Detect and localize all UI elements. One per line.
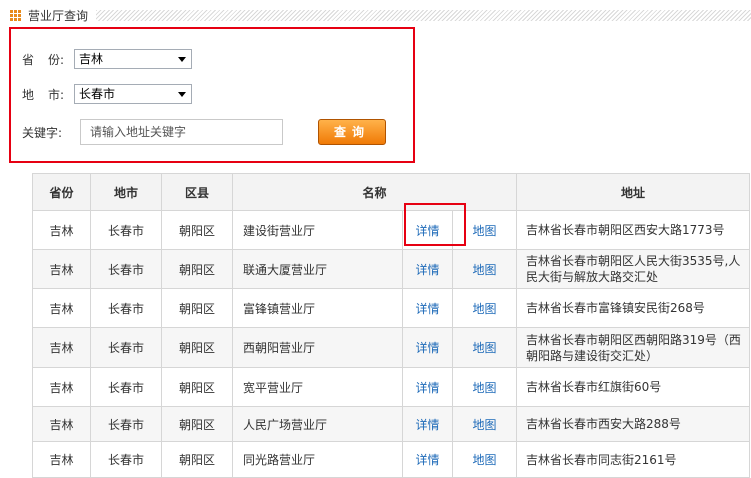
col-name: 名称 [231, 173, 518, 211]
detail-link[interactable]: 详情 [402, 249, 453, 289]
section-header: 营业厅查询 [10, 6, 751, 24]
table-row: 吉林 长春市 朝阳区 富锋镇营业厅 详情 地图 吉林省长春市富锋镇安民街268号 [32, 288, 751, 328]
name-cell: 富锋镇营业厅 [232, 288, 403, 328]
chevron-down-icon [178, 57, 186, 62]
page-title: 营业厅查询 [28, 8, 89, 23]
map-link[interactable]: 地图 [451, 327, 518, 368]
city-cell: 长春市 [90, 210, 162, 250]
table-row: 吉林 长春市 朝阳区 人民广场营业厅 详情 地图 吉林省长春市西安大路288号 [32, 406, 751, 442]
table-row: 吉林 长春市 朝阳区 宽平营业厅 详情 地图 吉林省长春市红旗街60号 [32, 367, 751, 407]
district-cell: 朝阳区 [161, 210, 233, 250]
city-row: 地市: 长春市 [22, 84, 192, 104]
province-cell: 吉林 [32, 441, 91, 478]
province-cell: 吉林 [32, 406, 91, 442]
city-cell: 长春市 [90, 249, 162, 289]
city-cell: 长春市 [90, 406, 162, 442]
search-button[interactable]: 查询 [318, 119, 386, 145]
name-cell: 同光路营业厅 [232, 441, 403, 478]
province-cell: 吉林 [32, 210, 91, 250]
district-cell: 朝阳区 [161, 249, 233, 289]
address-cell: 吉林省长春市红旗街60号 [516, 367, 751, 407]
keyword-row: 关键字: 请输入地址关键字 [22, 119, 283, 145]
district-cell: 朝阳区 [161, 367, 233, 407]
district-cell: 朝阳区 [161, 288, 233, 328]
address-cell: 吉林省长春市富锋镇安民街268号 [516, 288, 751, 328]
district-cell: 朝阳区 [161, 327, 233, 368]
highlight-box [404, 203, 466, 246]
detail-link[interactable]: 详情 [402, 441, 453, 478]
keyword-label: 关键字: [22, 125, 63, 140]
address-cell: 吉林省长春市朝阳区西安大路1773号 [516, 210, 751, 250]
city-cell: 长春市 [90, 288, 162, 328]
name-cell: 联通大厦营业厅 [232, 249, 403, 289]
address-cell: 吉林省长春市朝阳区人民大街3535号,人民大街与解放大路交汇处 [516, 249, 751, 289]
map-link[interactable]: 地图 [451, 441, 518, 478]
address-cell: 吉林省长春市同志街2161号 [516, 441, 751, 478]
province-label: 省份: [22, 52, 65, 67]
results-table: 省份 地市 区县 名称 地址 吉林 长春市 朝阳区 建设街营业厅 详情 地图 吉… [32, 173, 751, 478]
detail-link[interactable]: 详情 [402, 288, 453, 328]
province-cell: 吉林 [32, 327, 91, 368]
address-cell: 吉林省长春市朝阳区西朝阳路319号（西朝阳路与建设街交汇处） [516, 327, 751, 368]
city-select[interactable]: 长春市 [74, 84, 192, 104]
map-link[interactable]: 地图 [451, 406, 518, 442]
name-cell: 西朝阳营业厅 [232, 327, 403, 368]
district-cell: 朝阳区 [161, 406, 233, 442]
detail-link[interactable]: 详情 [402, 327, 453, 368]
detail-link[interactable]: 详情 [402, 406, 453, 442]
province-cell: 吉林 [32, 367, 91, 407]
province-cell: 吉林 [32, 288, 91, 328]
header-divider [96, 9, 751, 21]
map-link[interactable]: 地图 [451, 288, 518, 328]
grid-icon [10, 9, 21, 21]
detail-link[interactable]: 详情 [402, 367, 453, 407]
table-row: 吉林 长春市 朝阳区 联通大厦营业厅 详情 地图 吉林省长春市朝阳区人民大街35… [32, 249, 751, 289]
table-row: 吉林 长春市 朝阳区 同光路营业厅 详情 地图 吉林省长春市同志街2161号 [32, 441, 751, 478]
table-header-row: 省份 地市 区县 名称 地址 [32, 173, 751, 211]
col-address: 地址 [516, 173, 751, 211]
chevron-down-icon [178, 92, 186, 97]
name-cell: 宽平营业厅 [232, 367, 403, 407]
name-cell: 人民广场营业厅 [232, 406, 403, 442]
city-cell: 长春市 [90, 327, 162, 368]
col-district: 区县 [161, 173, 233, 211]
district-cell: 朝阳区 [161, 441, 233, 478]
col-province: 省份 [32, 173, 91, 211]
province-cell: 吉林 [32, 249, 91, 289]
name-cell: 建设街营业厅 [232, 210, 403, 250]
province-select[interactable]: 吉林 [74, 49, 192, 69]
map-link[interactable]: 地图 [451, 367, 518, 407]
col-city: 地市 [90, 173, 162, 211]
city-cell: 长春市 [90, 367, 162, 407]
province-row: 省份: 吉林 [22, 49, 192, 69]
keyword-input[interactable]: 请输入地址关键字 [80, 119, 283, 145]
city-cell: 长春市 [90, 441, 162, 478]
table-row: 吉林 长春市 朝阳区 西朝阳营业厅 详情 地图 吉林省长春市朝阳区西朝阳路319… [32, 327, 751, 368]
map-link[interactable]: 地图 [451, 249, 518, 289]
table-row: 吉林 长春市 朝阳区 建设街营业厅 详情 地图 吉林省长春市朝阳区西安大路177… [32, 210, 751, 250]
address-cell: 吉林省长春市西安大路288号 [516, 406, 751, 442]
city-label: 地市: [22, 87, 65, 102]
